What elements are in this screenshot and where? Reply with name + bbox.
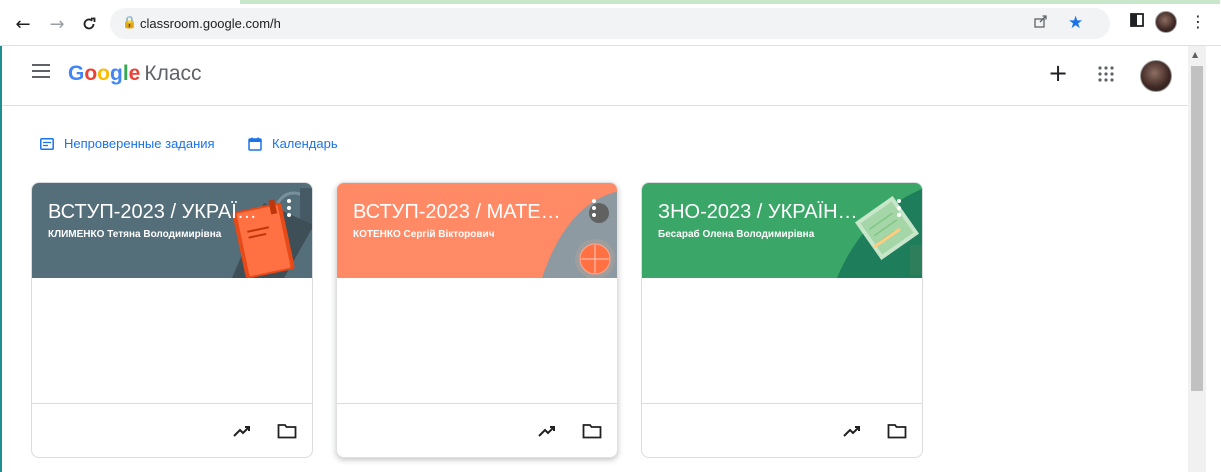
kebab-menu-icon[interactable]: ⋮ [1190,12,1206,31]
google-classroom-logo[interactable]: Google Класс [68,62,202,86]
quick-link-label: Непроверенные задания [64,136,215,151]
assignment-icon [40,137,54,150]
browser-window: ← → 🔒 classroom.google.com/h ★ ⋮ Google К… [0,0,1221,472]
card-footer [32,403,312,457]
share-icon[interactable] [1033,14,1048,33]
class-card[interactable]: ВСТУП-2023 / УКРАЇНСЬКА МОВА КЛИМЕНКО Те… [31,182,313,458]
calendar-icon [248,137,262,151]
trending-icon[interactable] [232,422,252,440]
address-bar[interactable]: 🔒 classroom.google.com/h ★ [110,8,1110,39]
folder-icon[interactable] [887,422,907,440]
side-panel-icon[interactable] [1130,12,1144,31]
logo-letter: o [84,62,98,85]
more-options-icon[interactable] [591,199,597,219]
more-options-icon[interactable] [286,199,292,219]
product-name: Класс [144,62,202,85]
reload-icon[interactable] [78,13,100,35]
logo-letter: o [97,62,110,85]
class-title[interactable]: ЗНО-2023 / УКРАЇНСЬКА МОВА [658,201,868,224]
class-title[interactable]: ВСТУП-2023 / УКРАЇНСЬКА МОВА [48,201,258,224]
plus-icon[interactable]: + [1048,59,1068,87]
forward-arrow-icon[interactable]: → [46,13,68,35]
apps-grid-icon[interactable] [1098,66,1114,86]
back-arrow-icon[interactable]: ← [12,13,34,35]
trending-icon[interactable] [537,422,557,440]
card-banner[interactable]: ВСТУП-2023 / УКРАЇНСЬКА МОВА КЛИМЕНКО Те… [32,183,312,278]
class-teacher: КЛИМЕНКО Тетяна Володимирівна [48,229,222,240]
app-header: Google Класс + [2,46,1188,106]
scrollbar-thumb[interactable] [1191,66,1203,391]
quick-link-calendar[interactable]: Календарь [248,136,338,151]
logo-letter: e [128,62,141,85]
star-icon[interactable]: ★ [1068,13,1083,33]
class-card[interactable]: ВСТУП-2023 / МАТЕМАТИКА КОТЕНКО Сергій В… [336,182,618,458]
trending-icon[interactable] [842,422,862,440]
card-footer [642,403,922,457]
menu-icon[interactable] [32,64,50,78]
card-banner[interactable]: ЗНО-2023 / УКРАЇНСЬКА МОВА Бесараб Олена… [642,183,922,278]
more-options-icon[interactable] [896,199,902,219]
url-text: classroom.google.com/h [140,16,281,31]
profile-avatar[interactable] [1155,11,1177,33]
scroll-up-icon[interactable]: ▲ [1192,50,1198,59]
window-right-edge [1206,46,1221,472]
logo-letter: g [110,62,123,85]
quick-link-to-review[interactable]: Непроверенные задания [40,136,215,151]
logo-letter: G [68,62,85,85]
card-footer [337,403,617,457]
class-teacher: Бесараб Олена Володимирівна [658,229,815,240]
class-card[interactable]: ЗНО-2023 / УКРАЇНСЬКА МОВА Бесараб Олена… [641,182,923,458]
window-edge [0,46,2,472]
page-load-indicator [240,0,1220,4]
lock-icon: 🔒 [122,15,137,29]
browser-toolbar: ← → 🔒 classroom.google.com/h ★ ⋮ [0,0,1221,46]
folder-icon[interactable] [277,422,297,440]
class-title[interactable]: ВСТУП-2023 / МАТЕМАТИКА [353,201,563,224]
account-avatar[interactable] [1140,60,1172,92]
folder-icon[interactable] [582,422,602,440]
quick-link-label: Календарь [272,136,338,151]
class-teacher: КОТЕНКО Сергій Вікторович [353,229,495,240]
card-banner[interactable]: ВСТУП-2023 / МАТЕМАТИКА КОТЕНКО Сергій В… [337,183,617,278]
